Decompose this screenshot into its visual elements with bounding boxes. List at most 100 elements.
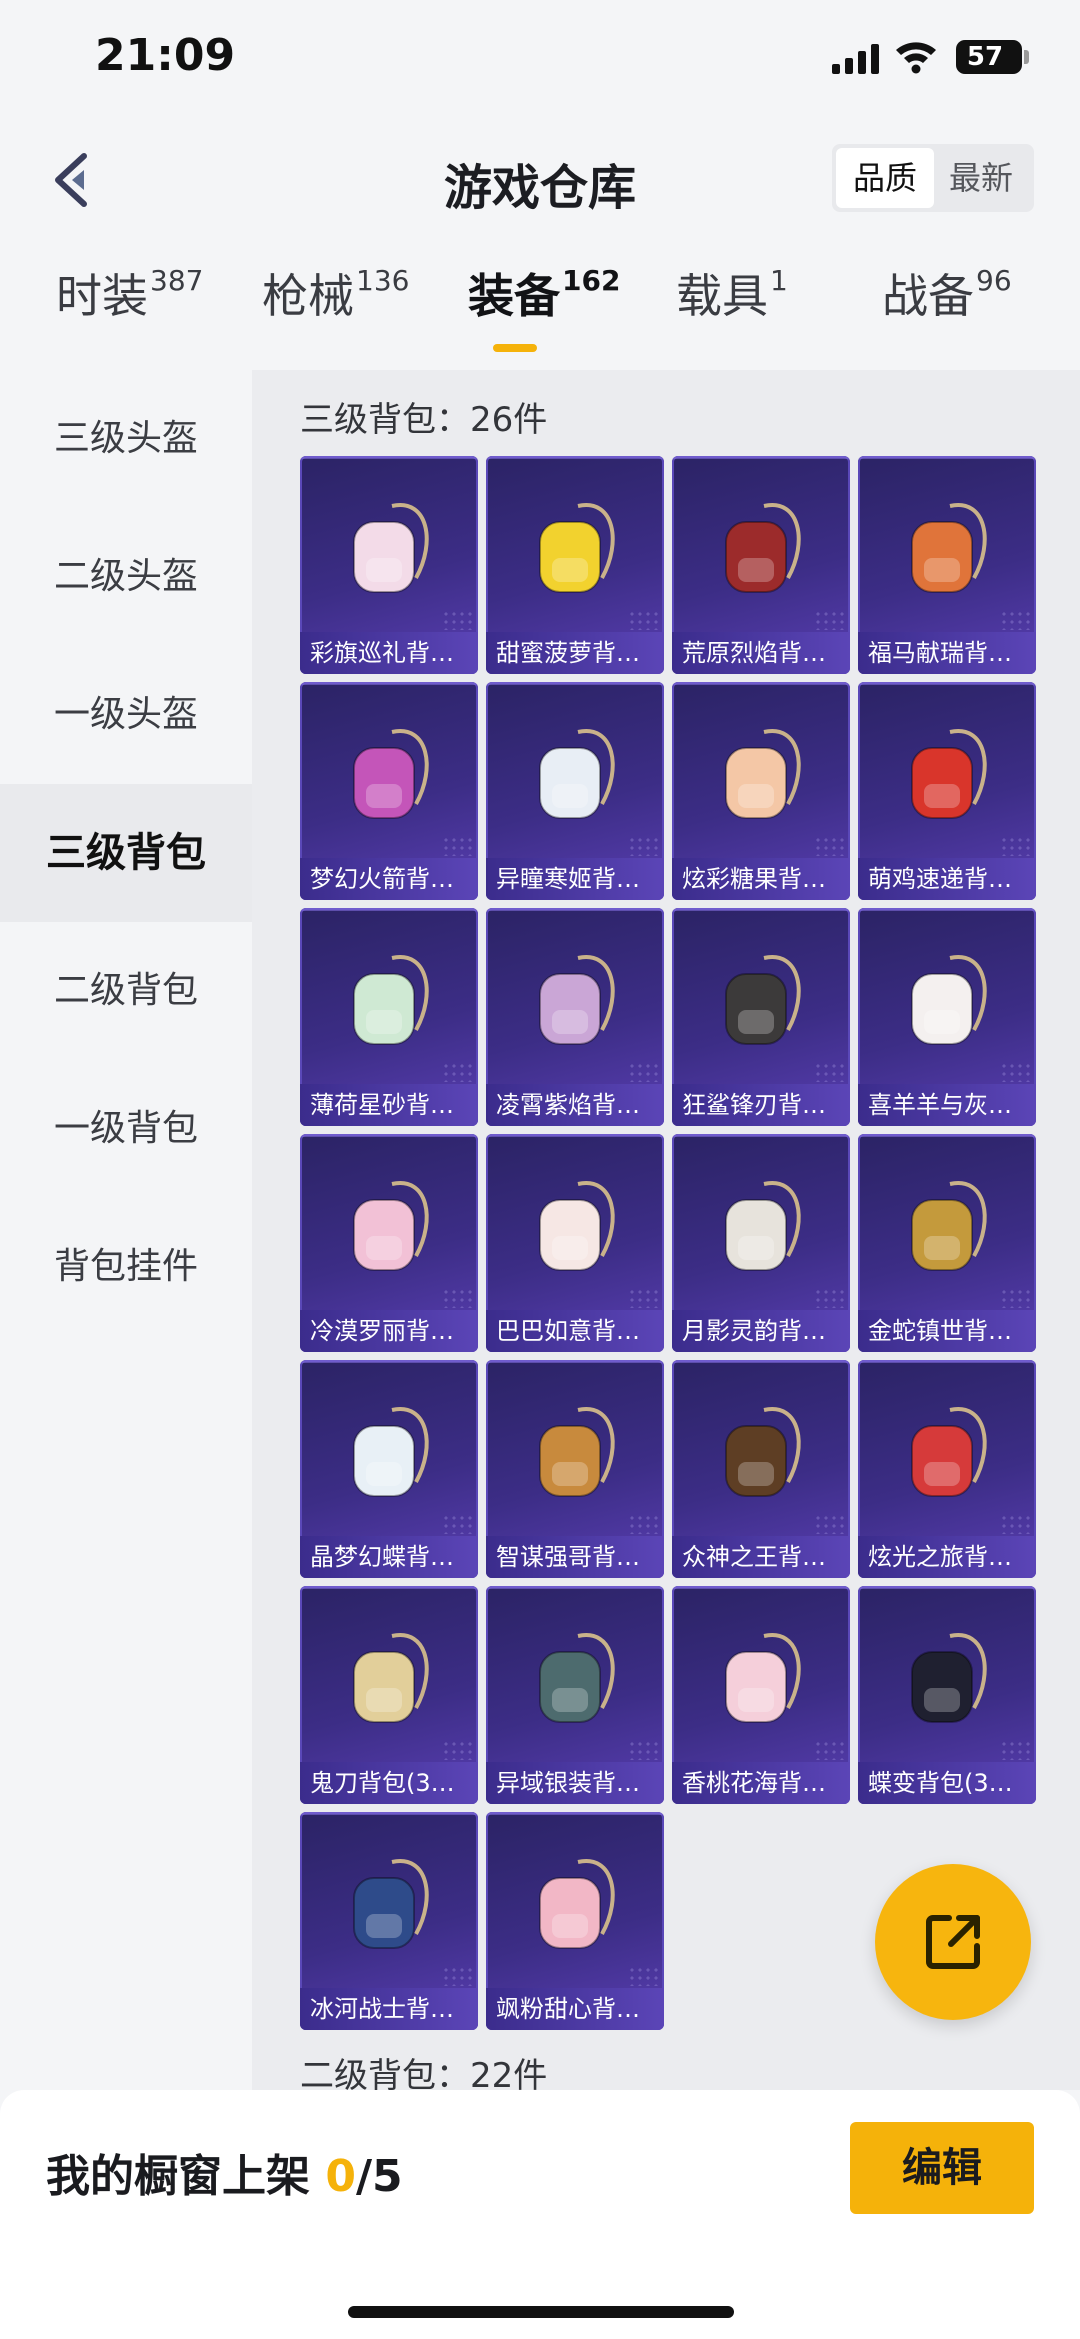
card-highlight xyxy=(672,1134,850,1137)
showcase-count: 0 xyxy=(325,2151,356,2202)
backpack-icon xyxy=(911,955,987,1045)
card-pattern xyxy=(628,1740,658,1760)
card-pattern xyxy=(628,836,658,856)
share-button[interactable] xyxy=(875,1864,1031,2020)
card-highlight xyxy=(672,908,850,911)
item-card[interactable]: 喜羊羊与灰… xyxy=(858,908,1036,1126)
sidebar-item-backpack-3[interactable]: 三级背包 xyxy=(0,784,252,922)
card-pattern xyxy=(442,610,472,630)
item-card[interactable]: 萌鸡速递背… xyxy=(858,682,1036,900)
item-name: 萌鸡速递背… xyxy=(858,858,1036,900)
bottom-bar: 我的橱窗上架 0/5 编辑 xyxy=(0,2090,1080,2339)
backpack-icon xyxy=(725,729,801,819)
item-card[interactable]: 甜蜜菠萝背… xyxy=(486,456,664,674)
section-title: 三级背包：26件 xyxy=(300,400,548,440)
item-name: 狂鲨锋刃背… xyxy=(672,1084,850,1126)
item-card[interactable]: 冰河战士背… xyxy=(300,1812,478,2030)
card-highlight xyxy=(672,682,850,685)
card-pattern xyxy=(814,1514,844,1534)
item-card[interactable]: 炫彩糖果背… xyxy=(672,682,850,900)
card-highlight xyxy=(300,908,478,911)
item-name: 冷漠罗丽背… xyxy=(300,1310,478,1352)
sidebar-item-helmet-3[interactable]: 三级头盔 xyxy=(0,370,252,508)
card-pattern xyxy=(628,1062,658,1082)
item-card[interactable]: 香桃花海背… xyxy=(672,1586,850,1804)
tab-label: 装备 xyxy=(468,269,560,323)
card-highlight xyxy=(300,1812,478,1815)
sidebar-item-helmet-2[interactable]: 二级头盔 xyxy=(0,508,252,646)
card-highlight xyxy=(486,682,664,685)
card-pattern xyxy=(1000,1740,1030,1760)
sidebar-item-helmet-1[interactable]: 一级头盔 xyxy=(0,646,252,784)
card-highlight xyxy=(672,456,850,459)
item-card[interactable]: 巴巴如意背… xyxy=(486,1134,664,1352)
item-card[interactable]: 彩旗巡礼背… xyxy=(300,456,478,674)
card-pattern xyxy=(1000,836,1030,856)
home-indicator xyxy=(348,2306,734,2318)
item-card[interactable]: 冷漠罗丽背… xyxy=(300,1134,478,1352)
sort-latest-button[interactable]: 最新 xyxy=(932,148,1030,208)
edit-button[interactable]: 编辑 xyxy=(850,2122,1034,2214)
item-name: 炫光之旅背… xyxy=(858,1536,1036,1578)
backpack-icon xyxy=(353,1633,429,1723)
item-card[interactable]: 狂鲨锋刃背… xyxy=(672,908,850,1126)
item-card[interactable]: 福马献瑞背… xyxy=(858,456,1036,674)
tab-vehicles[interactable]: 载具1 xyxy=(676,260,788,350)
cellular-signal-icon xyxy=(832,44,879,74)
tab-supplies[interactable]: 战备96 xyxy=(882,260,1012,350)
backpack-icon xyxy=(911,1407,987,1497)
tab-label: 载具 xyxy=(676,269,768,323)
item-name: 众神之王背… xyxy=(672,1536,850,1578)
item-card[interactable]: 金蛇镇世背… xyxy=(858,1134,1036,1352)
item-card[interactable]: 异瞳寒姬背… xyxy=(486,682,664,900)
item-card[interactable]: 晶梦幻蝶背… xyxy=(300,1360,478,1578)
item-card[interactable]: 异域银装背… xyxy=(486,1586,664,1804)
tab-firearms[interactable]: 枪械136 xyxy=(262,260,409,350)
item-name: 鬼刀背包(3… xyxy=(300,1762,478,1804)
card-highlight xyxy=(300,1586,478,1589)
item-card[interactable]: 月影灵韵背… xyxy=(672,1134,850,1352)
showcase-total: /5 xyxy=(355,2151,403,2202)
card-highlight xyxy=(858,1360,1036,1363)
sidebar: 三级头盔 二级头盔 一级头盔 三级背包 二级背包 一级背包 背包挂件 xyxy=(0,370,252,2090)
card-highlight xyxy=(858,456,1036,459)
item-list-panel[interactable]: 三级背包：26件 彩旗巡礼背… 甜蜜菠萝背… 荒原烈焰背… 福马献瑞背… 梦幻火箭背… 异… xyxy=(252,370,1080,2090)
sidebar-item-backpack-charm[interactable]: 背包挂件 xyxy=(0,1198,252,1336)
sort-quality-button[interactable]: 品质 xyxy=(836,148,934,208)
item-card[interactable]: 凌霄紫焰背… xyxy=(486,908,664,1126)
category-tabs: 时装387 枪械136 装备162 载具1 战备96 xyxy=(0,260,1080,360)
tab-count: 1 xyxy=(770,264,788,297)
sidebar-item-backpack-1[interactable]: 一级背包 xyxy=(0,1060,252,1198)
wifi-icon xyxy=(896,42,936,74)
backpack-icon xyxy=(911,729,987,819)
card-highlight xyxy=(486,1812,664,1815)
item-card[interactable]: 众神之王背… xyxy=(672,1360,850,1578)
card-highlight xyxy=(672,1360,850,1363)
tab-equipment[interactable]: 装备162 xyxy=(468,260,620,350)
tab-label: 时装 xyxy=(56,269,148,323)
item-name: 梦幻火箭背… xyxy=(300,858,478,900)
item-card[interactable]: 智谋强哥背… xyxy=(486,1360,664,1578)
backpack-icon xyxy=(911,503,987,593)
item-card[interactable]: 荒原烈焰背… xyxy=(672,456,850,674)
card-highlight xyxy=(858,682,1036,685)
showcase-label: 我的橱窗上架 xyxy=(46,2151,310,2202)
backpack-icon xyxy=(539,1633,615,1723)
tab-count: 162 xyxy=(562,264,621,297)
item-card[interactable]: 梦幻火箭背… xyxy=(300,682,478,900)
tab-fashion[interactable]: 时装387 xyxy=(56,260,203,350)
card-pattern xyxy=(814,610,844,630)
item-name: 智谋强哥背… xyxy=(486,1536,664,1578)
sort-toggle[interactable]: 品质 最新 xyxy=(832,144,1034,212)
card-pattern xyxy=(628,1288,658,1308)
backpack-icon xyxy=(911,1181,987,1271)
item-card[interactable]: 飒粉甜心背… xyxy=(486,1812,664,2030)
item-card[interactable]: 蝶变背包(3… xyxy=(858,1586,1036,1804)
item-card[interactable]: 鬼刀背包(3… xyxy=(300,1586,478,1804)
item-card[interactable]: 炫光之旅背… xyxy=(858,1360,1036,1578)
sidebar-item-backpack-2[interactable]: 二级背包 xyxy=(0,922,252,1060)
item-card[interactable]: 薄荷星砂背… xyxy=(300,908,478,1126)
card-highlight xyxy=(300,1134,478,1137)
item-name: 异域银装背… xyxy=(486,1762,664,1804)
backpack-icon xyxy=(539,1407,615,1497)
